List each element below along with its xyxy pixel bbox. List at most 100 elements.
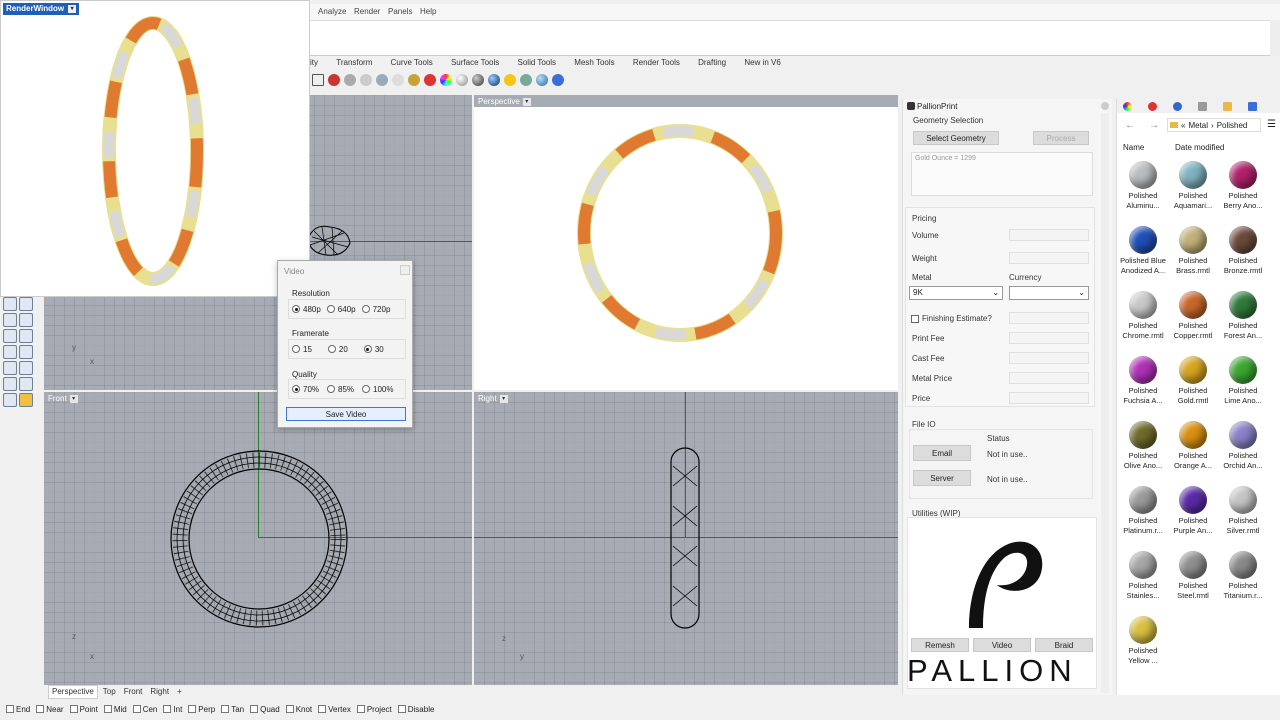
- tab-mesh-tools[interactable]: Mesh Tools: [566, 57, 622, 69]
- geometry-list[interactable]: Gold Ounce = 1299: [911, 152, 1093, 196]
- render-window-title[interactable]: RenderWindow ▾: [3, 3, 80, 15]
- osnap-disable-checkbox[interactable]: [397, 705, 406, 713]
- radio-15[interactable]: [292, 345, 300, 353]
- tab-utility[interactable]: ity: [310, 57, 326, 69]
- material-item[interactable]: Polished Steel.rmtl: [1169, 551, 1217, 601]
- breadcrumb-polished[interactable]: Polished: [1217, 121, 1248, 130]
- osnap-vertex[interactable]: Vertex: [318, 705, 351, 714]
- menu-panels[interactable]: Panels: [388, 7, 412, 16]
- environment-icon[interactable]: [520, 74, 532, 86]
- finishing-checkbox[interactable]: [911, 315, 919, 323]
- select-geometry-button[interactable]: Select Geometry: [913, 131, 999, 145]
- right-viewport[interactable]: Right ▾ z y: [474, 392, 898, 685]
- osnap-mid[interactable]: Mid: [103, 705, 127, 714]
- osnap-tan-checkbox[interactable]: [221, 705, 230, 713]
- menu-icon[interactable]: ☰: [1267, 119, 1276, 130]
- environment-tab-icon[interactable]: [1173, 101, 1182, 111]
- radio-85[interactable]: [327, 385, 336, 393]
- view-tab-front[interactable]: Front: [121, 686, 146, 698]
- material-item[interactable]: Polished Copper.rmtl: [1169, 291, 1217, 341]
- metal-select[interactable]: 9K ⌄: [909, 286, 1003, 300]
- panel-close-icon[interactable]: [1101, 102, 1109, 110]
- forward-arrow-icon[interactable]: →: [1149, 120, 1159, 131]
- radio-720p[interactable]: [361, 305, 370, 313]
- osnap-tan[interactable]: Tan: [221, 705, 244, 714]
- transform-tool-icon[interactable]: [19, 313, 33, 327]
- color-tab-icon[interactable]: [1123, 101, 1132, 111]
- lock-icon[interactable]: [408, 74, 420, 86]
- close-icon[interactable]: [400, 265, 410, 275]
- arc-tool-icon[interactable]: [19, 297, 33, 311]
- tab-drafting[interactable]: Drafting: [690, 57, 734, 69]
- framerate-15[interactable]: 15: [292, 345, 312, 354]
- perspective-viewport[interactable]: Perspective ▾: [474, 95, 898, 390]
- material-item[interactable]: Polished Forest An...: [1219, 291, 1267, 341]
- view-tab-perspective[interactable]: Perspective: [48, 685, 98, 699]
- grid-tool-icon[interactable]: [3, 361, 17, 375]
- window-tab-icon[interactable]: [1248, 101, 1257, 111]
- column-name-header[interactable]: Name: [1123, 143, 1144, 152]
- tool-icon[interactable]: [344, 74, 356, 86]
- osnap-near-checkbox[interactable]: [36, 705, 45, 713]
- analyze-tool-icon[interactable]: [3, 377, 17, 391]
- material-item[interactable]: Polished Bronze.rmtl: [1219, 226, 1267, 276]
- tab-render-tools[interactable]: Render Tools: [625, 57, 688, 69]
- framerate-30[interactable]: 30: [363, 345, 384, 354]
- array-tool-icon[interactable]: [3, 329, 17, 343]
- osnap-knot[interactable]: Knot: [285, 705, 312, 714]
- globe-icon[interactable]: [536, 74, 548, 86]
- osnap-mid-checkbox[interactable]: [103, 705, 112, 713]
- email-button[interactable]: Email: [913, 445, 971, 461]
- material-icon[interactable]: [424, 74, 436, 86]
- solid-tool-icon[interactable]: [3, 345, 17, 359]
- help-icon[interactable]: [552, 74, 564, 86]
- osnap-quad-checkbox[interactable]: [250, 705, 259, 713]
- tab-solid-tools[interactable]: Solid Tools: [510, 57, 565, 69]
- geometry-list-item[interactable]: Gold Ounce = 1299: [915, 155, 976, 162]
- osnap-cen-checkbox[interactable]: [132, 705, 141, 713]
- video-dialog[interactable]: Video Resolution 480p 640p 720p Framerat…: [277, 260, 413, 428]
- material-tab-icon[interactable]: [1148, 101, 1157, 111]
- currency-select[interactable]: ⌄: [1009, 286, 1089, 300]
- target-icon[interactable]: [360, 74, 372, 86]
- material-item[interactable]: Polished Purple An...: [1169, 486, 1217, 536]
- warning-tool-icon[interactable]: [19, 393, 33, 407]
- quality-70[interactable]: 70%: [292, 385, 319, 394]
- menu-analyze[interactable]: Analyze: [318, 7, 346, 16]
- material-item[interactable]: Polished Stainles...: [1119, 551, 1167, 601]
- braid-button[interactable]: Braid: [1035, 638, 1093, 652]
- back-arrow-icon[interactable]: ←: [1125, 120, 1135, 131]
- process-button[interactable]: Process: [1033, 131, 1089, 145]
- pallion-scrollbar[interactable]: [1101, 113, 1109, 693]
- tab-curve-tools[interactable]: Curve Tools: [383, 57, 441, 69]
- radio-100[interactable]: [362, 385, 371, 393]
- column-date-header[interactable]: Date modified: [1175, 143, 1224, 152]
- server-button[interactable]: Server: [913, 470, 971, 486]
- texture-tab-icon[interactable]: [1198, 101, 1207, 111]
- resolution-480p[interactable]: 480p: [292, 305, 321, 314]
- material-item[interactable]: Polished Berry Ano...: [1219, 161, 1267, 211]
- material-item[interactable]: Polished Brass.rmtl: [1169, 226, 1217, 276]
- osnap-project[interactable]: Project: [356, 705, 392, 714]
- osnap-project-checkbox[interactable]: [356, 705, 365, 713]
- material-item[interactable]: Polished Titanium.r...: [1219, 551, 1267, 601]
- breadcrumb-metal[interactable]: Metal: [1188, 121, 1208, 130]
- dimension-tool-icon[interactable]: [19, 377, 33, 391]
- osnap-perp-checkbox[interactable]: [188, 705, 197, 713]
- osnap-perp[interactable]: Perp: [188, 705, 215, 714]
- light-icon[interactable]: [392, 74, 404, 86]
- right-label[interactable]: Right ▾: [478, 394, 508, 403]
- material-item[interactable]: Polished Lime Ano...: [1219, 356, 1267, 406]
- view-tab-right[interactable]: Right: [147, 686, 172, 698]
- material-item[interactable]: Polished Aluminu...: [1119, 161, 1167, 211]
- edit-tool-icon[interactable]: [19, 329, 33, 343]
- material-item[interactable]: Polished Orchid An...: [1219, 421, 1267, 471]
- quality-100[interactable]: 100%: [362, 385, 394, 394]
- material-item[interactable]: Polished Chrome.rmtl: [1119, 291, 1167, 341]
- radio-70[interactable]: [292, 385, 300, 393]
- render-window[interactable]: RenderWindow ▾: [0, 0, 310, 297]
- framerate-20[interactable]: 20: [327, 345, 348, 354]
- tab-transform[interactable]: Transform: [328, 57, 380, 69]
- radio-30[interactable]: [363, 345, 372, 353]
- osnap-quad[interactable]: Quad: [250, 705, 280, 714]
